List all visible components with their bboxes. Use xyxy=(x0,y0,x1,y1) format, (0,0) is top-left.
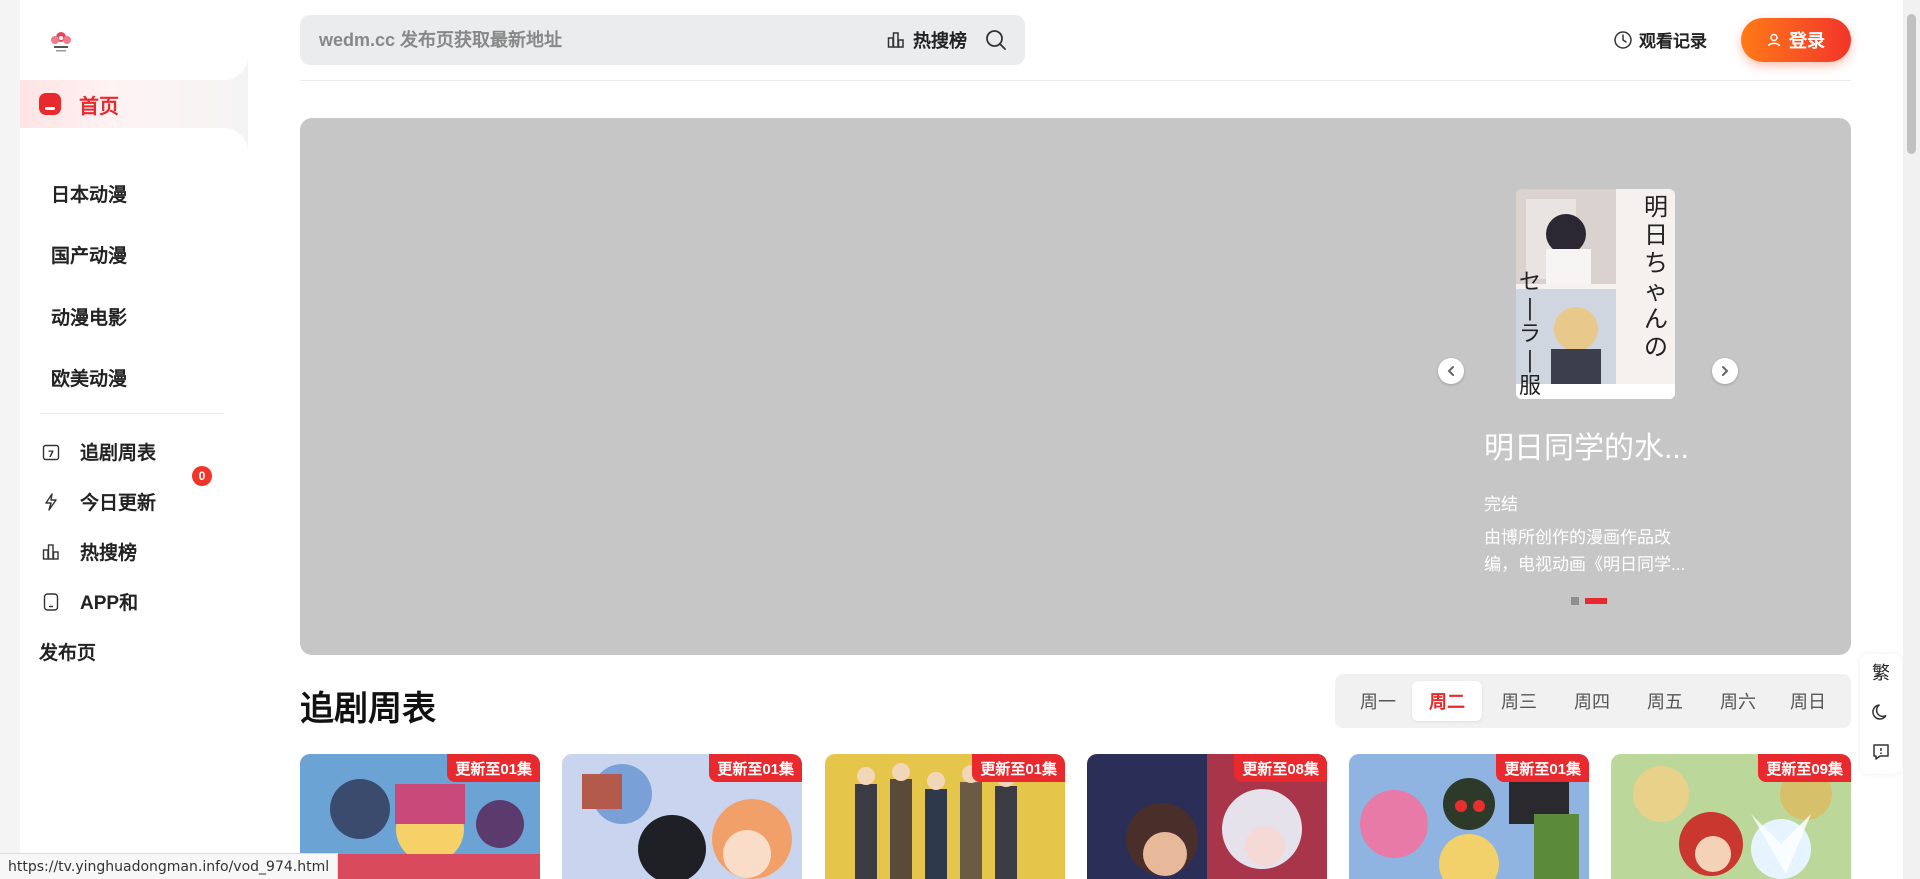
header-divider xyxy=(300,80,1851,81)
calendar-icon: 7 xyxy=(40,441,62,463)
banner-dot-active[interactable] xyxy=(1585,598,1607,604)
tab-wednesday[interactable]: 周三 xyxy=(1484,681,1554,721)
login-label: 登录 xyxy=(1789,31,1825,51)
banner-title[interactable]: 明日同学的水... xyxy=(1484,423,1704,467)
tab-friday[interactable]: 周五 xyxy=(1630,681,1700,721)
nav-divider xyxy=(40,413,224,414)
chart-icon xyxy=(40,541,62,563)
episode-badge: 更新至08集 xyxy=(1234,754,1327,782)
svg-text:ち: ち xyxy=(1644,249,1668,277)
tab-tuesday[interactable]: 周二 xyxy=(1412,681,1482,721)
home-icon xyxy=(39,93,61,115)
anime-card[interactable]: 更新至09集 xyxy=(1611,754,1851,879)
nav-today-update[interactable]: 今日更新 0 xyxy=(40,466,212,515)
episode-badge: 更新至09集 xyxy=(1758,754,1851,782)
phone-icon xyxy=(40,591,62,613)
schedule-title: 追剧周表 xyxy=(300,690,436,728)
episode-badge: 更新至01集 xyxy=(972,754,1065,782)
feedback-button[interactable] xyxy=(1860,736,1902,768)
svg-text:の: の xyxy=(1644,333,1668,361)
tab-monday[interactable]: 周一 xyxy=(1343,681,1413,721)
weekday-tabs: 周一 周二 周三 周四 周五 周六 周日 xyxy=(1335,674,1851,728)
watch-history-label: 观看记录 xyxy=(1639,32,1707,51)
nav-release-page[interactable]: 发布页 xyxy=(39,638,96,665)
traditional-chinese-toggle[interactable]: 繁 xyxy=(1860,656,1902,688)
anime-card[interactable]: 更新至01集 xyxy=(562,754,802,879)
chat-icon xyxy=(1873,744,1889,760)
nav-home-label: 首页 xyxy=(79,95,119,118)
nav-today-update-label: 今日更新 xyxy=(80,493,157,514)
clock-icon xyxy=(1614,30,1632,49)
category-movie[interactable]: 动漫电影 xyxy=(51,303,127,330)
nav-app-label: APP和 xyxy=(80,593,139,614)
category-chinese[interactable]: 国产动漫 xyxy=(51,241,127,268)
chevron-left-icon xyxy=(1447,366,1454,376)
moon-icon xyxy=(1872,704,1887,720)
category-japanese[interactable]: 日本动漫 xyxy=(51,180,127,207)
banner-description: 由博所创作的漫画作品改编，电视动画《明日同学... xyxy=(1484,528,1686,574)
svg-text:ゃ: ゃ xyxy=(1644,277,1668,305)
hot-search-label: 热搜榜 xyxy=(913,31,967,51)
watch-history-button[interactable]: 观看记录 xyxy=(1613,27,1707,52)
search-icon[interactable] xyxy=(984,28,1008,52)
svg-text:明: 明 xyxy=(1644,193,1668,221)
logo-card xyxy=(20,0,248,80)
svg-text:セ: セ xyxy=(1519,270,1541,295)
anime-card[interactable]: 更新至01集 xyxy=(1349,754,1589,879)
nav-hot-search-label: 热搜榜 xyxy=(80,543,138,564)
banner-status: 完结 xyxy=(1484,495,1518,514)
dark-mode-toggle[interactable] xyxy=(1860,696,1902,728)
nav-schedule-label: 追剧周表 xyxy=(80,443,157,464)
nav-schedule[interactable]: 7 追剧周表 xyxy=(40,438,156,465)
anime-card[interactable]: 更新至01集 xyxy=(825,754,1065,879)
nav-hot-search[interactable]: 热搜榜 xyxy=(40,538,137,565)
login-button[interactable]: 登录 xyxy=(1741,18,1851,62)
episode-badge: 更新至01集 xyxy=(1496,754,1589,782)
svg-text:ラ: ラ xyxy=(1519,322,1541,347)
chart-icon xyxy=(887,32,904,48)
lightning-icon xyxy=(40,491,62,513)
featured-banner[interactable]: 明 日 ち ゃ ん の セ | ラ | 服 明日同学的水... 完结 由博所创作… xyxy=(300,118,1851,655)
update-count-badge: 0 xyxy=(192,466,212,486)
tab-thursday[interactable]: 周四 xyxy=(1557,681,1627,721)
nav-app[interactable]: APP和 xyxy=(40,588,138,615)
logo-icon[interactable] xyxy=(46,28,76,54)
svg-text:ん: ん xyxy=(1644,305,1668,333)
nav-home[interactable]: 首页 xyxy=(20,80,248,128)
hot-search-button[interactable]: 热搜榜 xyxy=(886,27,967,53)
floating-toolbar: 繁 xyxy=(1860,654,1902,774)
anime-card[interactable]: 更新至08集 xyxy=(1087,754,1327,879)
user-icon xyxy=(1767,33,1781,47)
episode-badge: 更新至01集 xyxy=(447,754,540,782)
sidebar: 首页 日本动漫 国产动漫 动漫电影 欧美动漫 7 追剧周表 今日更新 0 热搜榜 xyxy=(0,0,248,879)
search-input[interactable] xyxy=(300,15,860,65)
banner-dot[interactable] xyxy=(1571,597,1579,605)
svg-text:7: 7 xyxy=(48,450,54,460)
nav-card: 日本动漫 国产动漫 动漫电影 欧美动漫 7 追剧周表 今日更新 0 热搜榜 AP… xyxy=(20,128,248,879)
tab-sunday[interactable]: 周日 xyxy=(1773,681,1843,721)
banner-poster[interactable]: 明 日 ち ゃ ん の セ | ラ | 服 xyxy=(1516,189,1675,399)
status-bar-url: https://tv.yinghuadongman.info/vod_974.h… xyxy=(0,853,339,879)
page-scrollbar[interactable] xyxy=(1903,0,1920,879)
svg-text:服: 服 xyxy=(1519,374,1541,399)
search-bar: 热搜榜 xyxy=(300,15,1025,65)
svg-text:|: | xyxy=(1526,348,1533,373)
banner-prev-button[interactable] xyxy=(1438,358,1464,384)
tab-saturday[interactable]: 周六 xyxy=(1703,681,1773,721)
chevron-right-icon xyxy=(1722,366,1729,376)
banner-next-button[interactable] xyxy=(1712,358,1738,384)
svg-text:日: 日 xyxy=(1644,221,1668,249)
category-western[interactable]: 欧美动漫 xyxy=(51,364,127,391)
banner-pagination xyxy=(1571,597,1607,605)
svg-text:|: | xyxy=(1526,296,1533,321)
scrollbar-thumb[interactable] xyxy=(1907,14,1916,154)
episode-badge: 更新至01集 xyxy=(709,754,802,782)
